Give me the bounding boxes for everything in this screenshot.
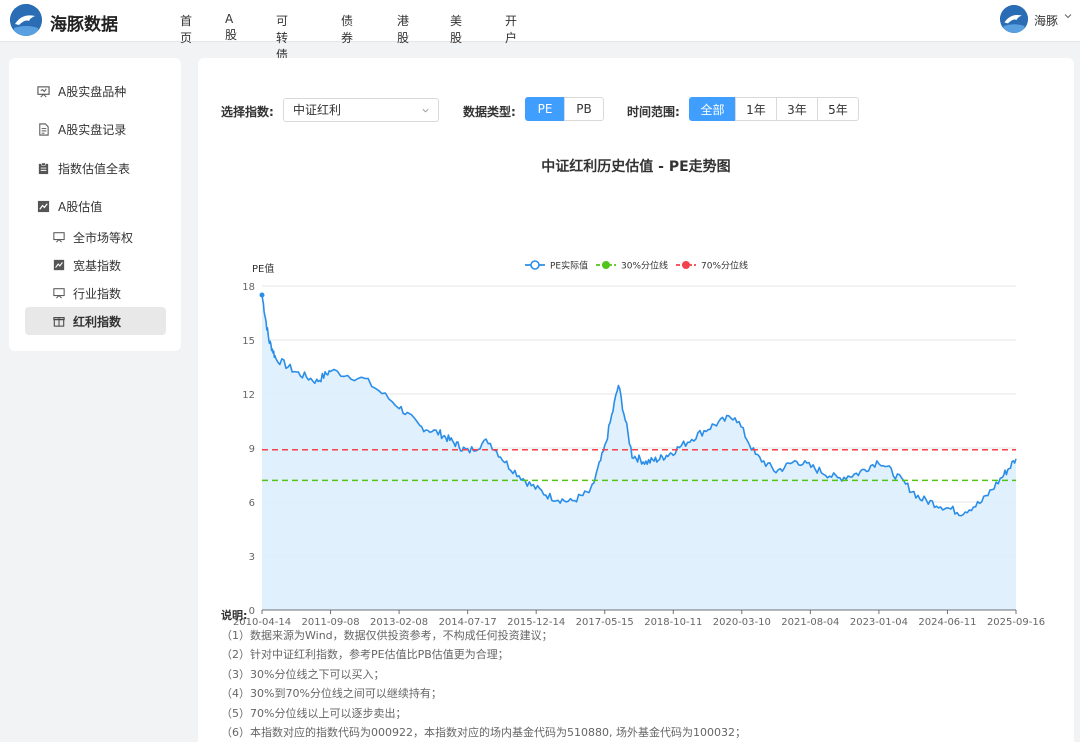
sidebar-item-a-share-holdings[interactable]: A股实盘品种 [9, 79, 181, 103]
note-line: （6）本指数对应的指数代码为000922，本指数对应的场内基金代码为510880… [221, 726, 746, 739]
chart-title: 中证红利历史估值 - PE走势图 [541, 159, 731, 175]
legend-marker [602, 261, 610, 269]
range-3y-button[interactable]: 3年 [776, 97, 818, 121]
time-range-label: 时间范围: [627, 105, 680, 119]
x-tick-label: 2023-01-04 [850, 617, 908, 628]
sidebar-subitem-label: 宽基指数 [73, 258, 122, 273]
index-select-value: 中证红利 [293, 103, 342, 117]
y-tick-label: 18 [242, 282, 255, 293]
nav-convertible-bond[interactable]: 可转债 [276, 12, 288, 63]
sidebar-item-label: 指数估值全表 [58, 161, 131, 176]
legend-item[interactable]: PE实际值 [525, 260, 588, 272]
sidebar-subitem-broad-index[interactable]: 宽基指数 [25, 251, 166, 279]
note-line: （5）70%分位线以上可以逐步卖出； [221, 706, 407, 720]
pe-start-point [259, 292, 265, 298]
note-line: （4）30%到70%分位线之间可以继续持有； [221, 687, 442, 700]
x-tick-label: 2025-09-16 [987, 617, 1045, 628]
presentation-icon [37, 85, 50, 97]
y-tick-label: 12 [242, 390, 255, 401]
type-pb-button[interactable]: PB [564, 97, 604, 121]
sidebar-item-a-share-records[interactable]: A股实盘记录 [9, 117, 181, 141]
note-line: （3）30%分位线之下可以买入； [221, 667, 385, 681]
sidebar-subitem-label: 全市场等权 [73, 230, 134, 245]
nav-hk-stock[interactable]: 港股 [397, 12, 409, 46]
pe-trend-chart[interactable]: PE实际值 30%分位线 70%分位线 0369121518PE值2010-04-1… [198, 188, 1074, 638]
data-type-toggle: PE PB [525, 97, 604, 121]
clipboard-icon [38, 162, 49, 174]
sidebar-subitem-label: 行业指数 [73, 286, 122, 301]
legend-marker [682, 261, 690, 269]
x-tick-label: 2021-08-04 [781, 617, 839, 628]
note-line: （1）数据来源为Wind，数据仅供投资参考，不构成任何投资建议； [221, 628, 553, 642]
nav-a-share[interactable]: A股 [225, 12, 237, 43]
sidebar-item-label: A股实盘品种 [58, 84, 127, 99]
y-tick-label: 15 [242, 336, 255, 347]
sidebar-item-index-valuation-table[interactable]: 指数估值全表 [9, 156, 181, 180]
y-tick-label: 6 [249, 498, 255, 509]
chart-legend[interactable]: PE实际值 30%分位线 70%分位线 [525, 260, 748, 272]
nav-open-account[interactable]: 开户 [505, 12, 517, 46]
legend-item[interactable]: 70%分位线 [676, 260, 748, 272]
notes-section: 说明: （1）数据来源为Wind，数据仅供投资参考，不构成任何投资建议； （2）… [221, 606, 746, 742]
presentation-icon [53, 232, 65, 243]
main-panel: 选择指数: 中证红利 数据类型: PE PB 时间范围: 全部 1年 3年 5年… [198, 58, 1074, 742]
notes-title: 说明: [221, 609, 248, 622]
sidebar-subitem-all-market-equal[interactable]: 全市场等权 [25, 223, 166, 251]
y-tick-label: 3 [249, 552, 255, 563]
sidebar-item-label: A股实盘记录 [58, 122, 127, 137]
legend-label: 30%分位线 [621, 260, 668, 272]
brand-name[interactable]: 海豚数据 [50, 10, 118, 35]
y-tick-label: 9 [249, 444, 255, 455]
sidebar-item-label: A股估值 [58, 199, 103, 214]
chart-icon [53, 259, 65, 271]
type-pe-button[interactable]: PE [525, 97, 565, 121]
range-5y-button[interactable]: 5年 [817, 97, 859, 121]
index-select[interactable]: 中证红利 [283, 98, 439, 122]
nav-home[interactable]: 首页 [180, 12, 192, 46]
sidebar-subitem-label: 红利指数 [73, 314, 122, 329]
legend-label: PE实际值 [550, 260, 588, 272]
x-tick-label: 2024-06-11 [918, 617, 976, 628]
chevron-down-icon[interactable] [1063, 11, 1073, 21]
sidebar-subitem-industry-index[interactable]: 行业指数 [25, 279, 166, 307]
top-header: 海豚数据 首页 A股 可转债 债券 港股 美股 开户 海豚 [0, 0, 1080, 62]
document-icon [39, 122, 49, 136]
sidebar-item-a-share-valuation[interactable]: A股估值 [9, 194, 181, 218]
gift-icon [53, 317, 65, 327]
pe-area-fill [262, 295, 1016, 610]
legend-label: 70%分位线 [701, 260, 748, 272]
presentation-icon [53, 288, 65, 299]
index-select-label: 选择指数: [221, 105, 274, 119]
data-type-label: 数据类型: [463, 105, 516, 119]
legend-marker [530, 260, 540, 270]
range-all-button[interactable]: 全部 [689, 97, 736, 121]
y-axis-label: PE值 [252, 262, 274, 275]
sidebar: A股实盘品种 A股实盘记录 指数估值全表 A股估值 全市场等权 宽基指数 行业指… [9, 58, 181, 351]
range-1y-button[interactable]: 1年 [735, 97, 777, 121]
legend-item[interactable]: 30%分位线 [596, 260, 668, 272]
time-range-toggle: 全部 1年 3年 5年 [689, 97, 859, 121]
user-name[interactable]: 海豚 [1034, 12, 1058, 29]
dolphin-logo-icon[interactable] [10, 4, 42, 36]
chevron-down-icon [422, 108, 429, 113]
nav-bond[interactable]: 债券 [341, 12, 353, 46]
chart-icon [37, 200, 50, 212]
sidebar-subitem-dividend-index[interactable]: 红利指数 [25, 307, 166, 335]
nav-us-stock[interactable]: 美股 [450, 12, 462, 46]
note-line: （2）针对中证红利指数，参考PE估值比PB估值更为合理； [221, 648, 509, 661]
user-avatar[interactable] [1000, 5, 1028, 33]
